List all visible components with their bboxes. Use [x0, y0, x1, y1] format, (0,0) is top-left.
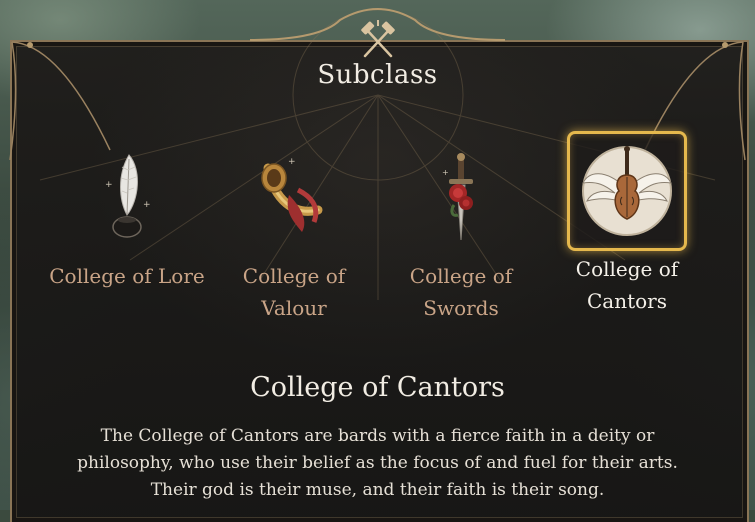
subclass-label: College of Swords [409, 264, 513, 320]
quill-inkwell-icon: + + [72, 140, 182, 250]
subclass-label: College of Lore [49, 264, 205, 288]
crossed-hammers-icon [361, 20, 395, 58]
subclass-label: College of Valour [242, 264, 346, 320]
winged-violin-icon [567, 131, 687, 251]
subclass-label: College of Cantors [575, 257, 679, 313]
svg-text:+: + [442, 168, 449, 177]
svg-text:+: + [288, 157, 296, 167]
subclass-option-lore[interactable]: + + College of Lore [42, 140, 212, 292]
panel-title: Subclass [317, 60, 438, 90]
subclass-option-valour[interactable]: + College of Valour [209, 140, 379, 324]
svg-text:+: + [105, 180, 113, 190]
description-title: College of Cantors [250, 372, 505, 403]
subclass-option-cantors[interactable]: College of Cantors [542, 131, 712, 317]
subclass-option-swords[interactable]: + College of Swords [376, 140, 546, 324]
dagger-rose-icon: + [406, 140, 516, 250]
svg-text:+: + [143, 200, 151, 210]
description-text: The College of Cantors are bards with a … [77, 426, 678, 500]
war-horn-icon: + [239, 140, 349, 250]
